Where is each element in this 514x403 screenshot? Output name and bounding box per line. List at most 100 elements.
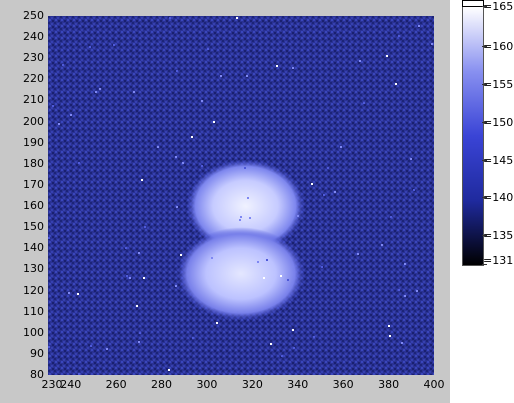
hot-pixel	[58, 123, 60, 125]
hot-pixel	[207, 48, 209, 50]
color-scale-handle[interactable]	[462, 0, 484, 7]
hot-pixel	[247, 197, 249, 199]
hot-pixel	[201, 100, 203, 102]
hot-pixel	[113, 44, 115, 46]
hot-pixel	[287, 279, 289, 281]
hot-pixel	[401, 342, 403, 344]
hot-pixel	[216, 322, 218, 324]
color-scale-tick-label: =1500	[483, 115, 514, 129]
hot-pixel	[48, 237, 50, 239]
hot-pixel	[180, 254, 182, 256]
x-tick-label: 340	[287, 378, 309, 391]
hot-pixel	[52, 105, 54, 107]
hot-pixel	[78, 162, 80, 164]
y-tick-label: 180	[23, 156, 44, 170]
color-scale-tick-label: =1600	[483, 40, 514, 54]
hot-pixel	[220, 75, 222, 77]
y-tick-label: 120	[23, 283, 44, 297]
hot-pixel	[139, 332, 141, 334]
hot-pixel	[176, 70, 178, 72]
y-tick-label: 110	[23, 304, 44, 318]
hot-pixel	[404, 263, 406, 265]
hot-pixel	[136, 305, 138, 307]
y-tick-label: 220	[23, 72, 44, 86]
hot-pixel	[157, 146, 159, 148]
hot-pixel	[192, 337, 194, 339]
hot-pixel	[388, 325, 390, 327]
hot-pixel	[176, 206, 178, 208]
hot-pixel	[143, 277, 145, 279]
hot-pixel	[95, 91, 97, 93]
color-scale-tick-label: =1550	[483, 77, 514, 91]
hot-pixel	[182, 162, 184, 164]
hot-pixel	[418, 25, 420, 27]
hot-pixel	[201, 165, 203, 167]
hot-pixel	[62, 64, 64, 66]
hot-pixel	[48, 346, 50, 348]
hot-pixel	[141, 179, 143, 181]
color-scale-tick-label: =1312	[483, 254, 514, 267]
x-tick-label: 320	[241, 378, 263, 391]
intensity-graph[interactable]	[48, 16, 434, 375]
hot-pixel	[416, 290, 418, 292]
hot-pixel	[249, 217, 251, 219]
y-tick-label: 130	[23, 262, 44, 276]
hot-pixel	[129, 277, 131, 279]
hot-pixel	[276, 65, 278, 67]
hot-pixel	[323, 194, 325, 196]
y-tick-label: 90	[30, 346, 44, 360]
hot-pixel	[404, 295, 406, 297]
color-scale-tick-label: =1350	[483, 229, 514, 243]
color-scale-tick-label: =1450	[483, 153, 514, 167]
hot-pixel	[246, 75, 248, 77]
hot-pixel	[257, 261, 259, 263]
y-tick-label: 140	[23, 241, 44, 255]
hot-pixel	[99, 88, 101, 90]
y-tick-label: 170	[23, 177, 44, 191]
x-tick-label: 240	[60, 378, 82, 391]
color-scale[interactable]: =1653 =1600 =1550 =1500 =1450 =1400 =1350 =1312	[462, 0, 514, 270]
hot-pixel	[126, 275, 128, 277]
y-tick-label: 240	[23, 30, 44, 44]
hot-pixel	[168, 369, 170, 371]
hot-pixel	[431, 43, 433, 45]
hot-pixel	[340, 146, 342, 148]
hot-pixel	[240, 216, 242, 218]
hot-pixel	[334, 191, 336, 193]
hot-pixel	[138, 252, 140, 254]
color-ramp	[462, 6, 484, 266]
y-tick-label: 210	[23, 93, 44, 107]
hot-pixel	[236, 17, 238, 19]
blob-lobe	[177, 227, 305, 321]
hot-pixel	[175, 156, 177, 158]
graph-frame: 250 240 230 220 210 200 190 180 170 160 150 140 130 1…	[0, 0, 450, 403]
hot-pixel	[68, 292, 70, 294]
y-tick-label: 160	[23, 199, 44, 213]
hot-pixel	[169, 17, 171, 19]
hot-pixel	[395, 83, 397, 85]
hot-pixel	[381, 244, 383, 246]
hot-pixel	[293, 347, 295, 349]
y-tick-label: 230	[23, 51, 44, 65]
color-scale-tick-label: =1400	[483, 191, 514, 205]
hot-pixel	[281, 355, 283, 357]
hot-pixel	[359, 60, 361, 62]
hot-pixel	[357, 253, 359, 255]
hot-pixel	[191, 136, 193, 138]
heatmap-plot[interactable]	[48, 16, 434, 375]
x-tick-label: 300	[196, 378, 218, 391]
hot-pixel	[327, 167, 329, 169]
hot-pixel	[138, 341, 140, 343]
hot-pixel	[292, 329, 294, 331]
hot-pixel	[77, 293, 79, 295]
hot-pixel	[390, 216, 392, 218]
hot-pixel	[239, 219, 241, 221]
y-tick-label: 150	[23, 220, 44, 234]
hot-pixel	[263, 277, 265, 279]
hot-pixel	[211, 257, 213, 259]
hot-pixel	[363, 102, 365, 104]
hot-pixel	[106, 348, 108, 350]
hot-pixel	[389, 335, 391, 337]
hot-pixel	[70, 114, 72, 116]
hot-pixel	[280, 275, 282, 277]
